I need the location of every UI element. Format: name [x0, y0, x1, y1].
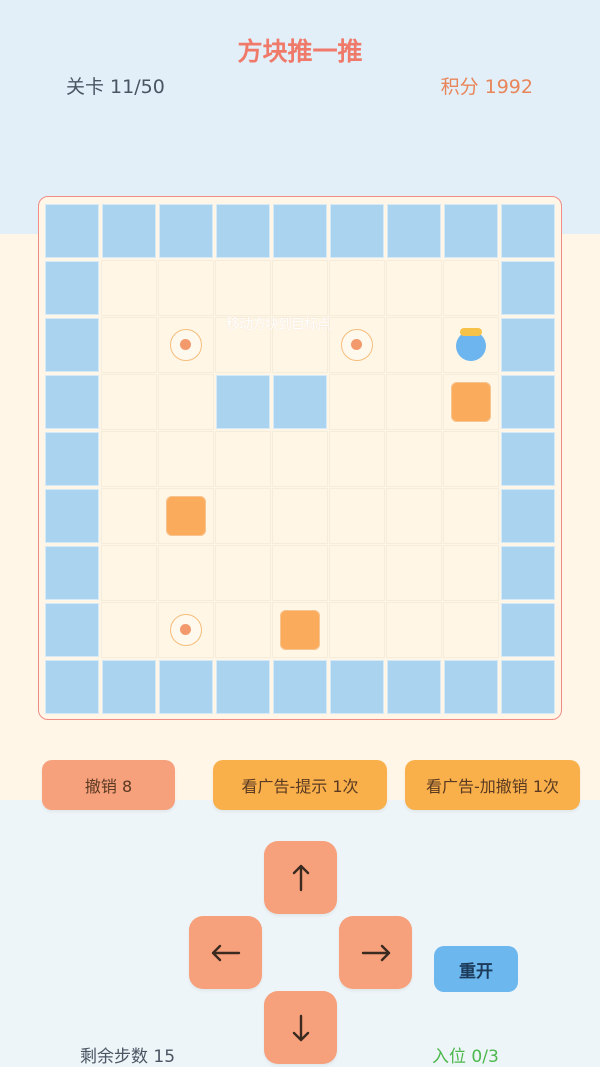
- floor-tile: [443, 488, 499, 544]
- floor-tile: [443, 602, 499, 658]
- floor-tile: [386, 545, 442, 601]
- wall-tile: [45, 660, 99, 714]
- floor-tile: [101, 431, 157, 487]
- wall-tile: [273, 375, 327, 429]
- floor-tile: [386, 374, 442, 430]
- floor-tile: [329, 374, 385, 430]
- boxes-placed: 入位 0/3: [432, 1047, 499, 1067]
- floor-tile: [215, 488, 271, 544]
- floor-tile: [101, 602, 157, 658]
- add-undo-button[interactable]: 看广告-加撤销 1次: [405, 760, 580, 810]
- wall-tile: [501, 432, 555, 486]
- floor-tile: [158, 260, 214, 316]
- wall-tile: [387, 204, 441, 258]
- floor-tile: [386, 260, 442, 316]
- wall-tile: [45, 489, 99, 543]
- floor-tile: [215, 431, 271, 487]
- floor-tile: [215, 260, 271, 316]
- floor-tile: [272, 260, 328, 316]
- target-marker: [341, 329, 373, 361]
- floor-tile: [158, 374, 214, 430]
- wall-tile: [501, 375, 555, 429]
- wall-tile: [45, 261, 99, 315]
- floor-tile: [329, 545, 385, 601]
- floor-tile: [272, 431, 328, 487]
- score-display: 积分 1992: [440, 76, 533, 98]
- remaining-steps: 剩余步数 15: [80, 1047, 176, 1067]
- floor-tile: [386, 317, 442, 373]
- floor-tile: [101, 317, 157, 373]
- floor-tile: [101, 488, 157, 544]
- wall-tile: [45, 603, 99, 657]
- wall-tile: [501, 489, 555, 543]
- floor-tile: [101, 260, 157, 316]
- wall-tile: [330, 204, 384, 258]
- wall-tile: [102, 660, 156, 714]
- wall-tile: [216, 660, 270, 714]
- pushable-box: [166, 496, 206, 536]
- wall-tile: [159, 204, 213, 258]
- floor-tile: [272, 545, 328, 601]
- wall-tile: [159, 660, 213, 714]
- floor-tile: [329, 260, 385, 316]
- floor-tile: [329, 488, 385, 544]
- floor-tile: [386, 602, 442, 658]
- wall-tile: [45, 375, 99, 429]
- game-title: 方块推一推: [237, 37, 363, 66]
- level-indicator: 关卡 11/50: [66, 76, 165, 98]
- wall-tile: [501, 546, 555, 600]
- pushable-box: [280, 610, 320, 650]
- wall-tile: [501, 603, 555, 657]
- floor-tile: [215, 545, 271, 601]
- wall-tile: [45, 204, 99, 258]
- floor-tile: [215, 602, 271, 658]
- wall-tile: [501, 204, 555, 258]
- wall-tile: [45, 318, 99, 372]
- floor-tile: [443, 431, 499, 487]
- target-marker: [170, 329, 202, 361]
- restart-button[interactable]: 重开: [434, 946, 518, 992]
- wall-tile: [387, 660, 441, 714]
- floor-tile: [101, 545, 157, 601]
- move-left-button[interactable]: [189, 916, 262, 989]
- floor-tile: [443, 260, 499, 316]
- board-hint: 移动方块到目标点: [226, 317, 331, 333]
- floor-tile: [272, 488, 328, 544]
- player-character: [456, 328, 486, 361]
- up-arrow-icon: [292, 864, 309, 891]
- floor-tile: [386, 431, 442, 487]
- hint-button[interactable]: 看广告-提示 1次: [213, 760, 387, 810]
- wall-tile: [501, 261, 555, 315]
- pushable-box: [451, 382, 491, 422]
- left-arrow-icon: [211, 944, 240, 961]
- target-marker: [170, 614, 202, 646]
- wall-tile: [216, 204, 270, 258]
- floor-tile: [329, 602, 385, 658]
- wall-tile: [273, 660, 327, 714]
- wall-tile: [501, 318, 555, 372]
- wall-tile: [444, 660, 498, 714]
- floor-tile: [158, 545, 214, 601]
- wall-tile: [330, 660, 384, 714]
- wall-tile: [45, 432, 99, 486]
- game-board[interactable]: [45, 204, 557, 716]
- wall-tile: [501, 660, 555, 714]
- wall-tile: [45, 546, 99, 600]
- wall-tile: [444, 204, 498, 258]
- move-right-button[interactable]: [339, 916, 412, 989]
- move-up-button[interactable]: [264, 841, 337, 914]
- floor-tile: [158, 431, 214, 487]
- floor-tile: [386, 488, 442, 544]
- floor-tile: [329, 431, 385, 487]
- down-arrow-icon: [292, 1014, 309, 1041]
- right-arrow-icon: [361, 944, 390, 961]
- undo-button[interactable]: 撤销 8: [42, 760, 175, 810]
- move-down-button[interactable]: [264, 991, 337, 1064]
- wall-tile: [216, 375, 270, 429]
- wall-tile: [273, 204, 327, 258]
- wall-tile: [102, 204, 156, 258]
- floor-tile: [101, 374, 157, 430]
- floor-tile: [443, 545, 499, 601]
